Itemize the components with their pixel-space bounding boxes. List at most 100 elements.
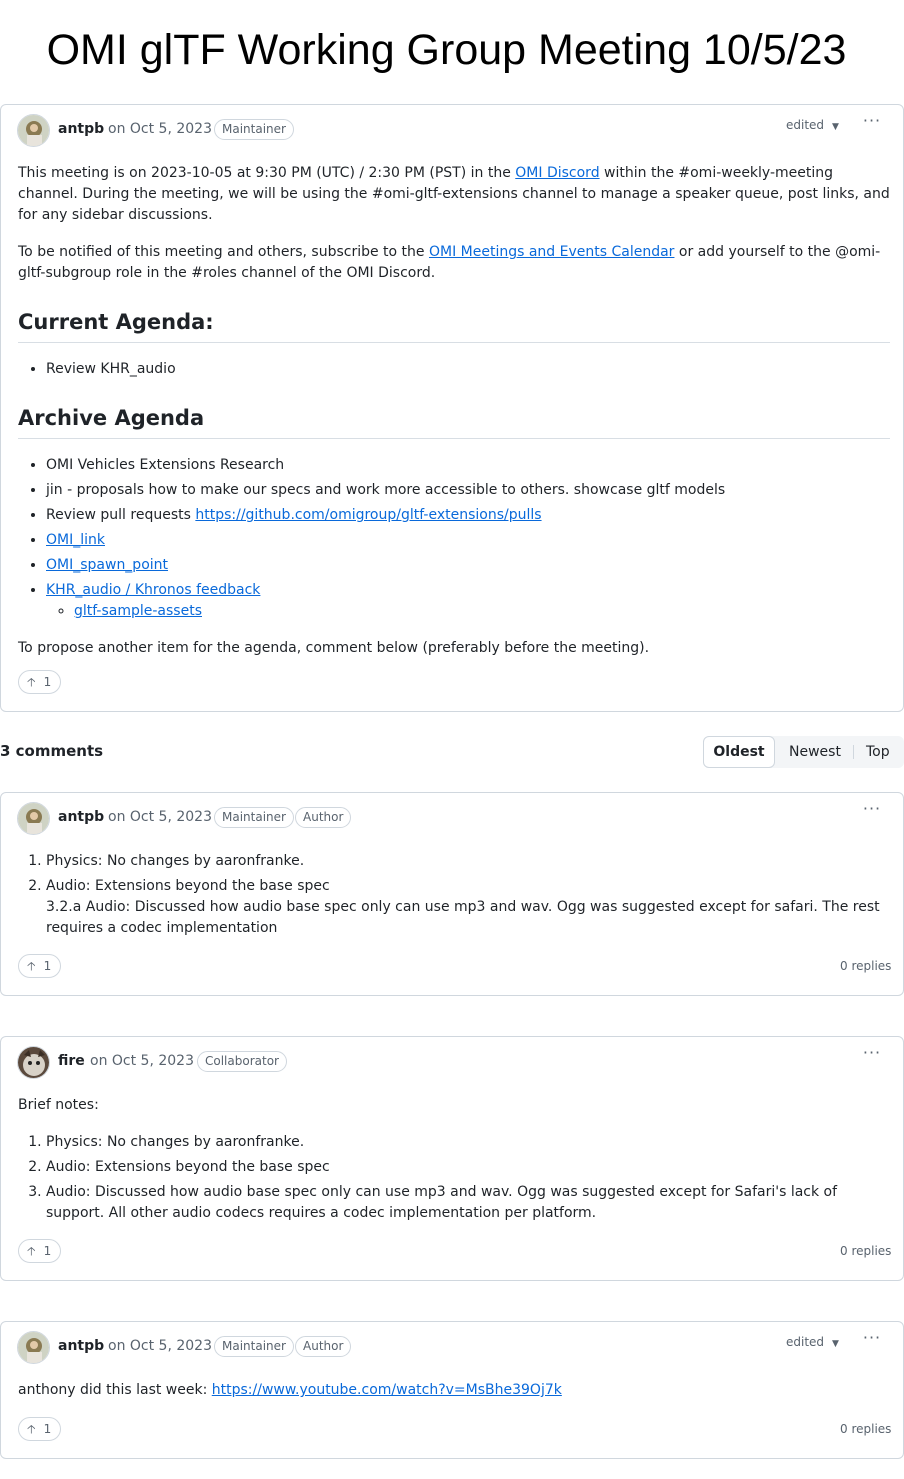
text: 3.2.a Audio: Discussed how audio base sp… bbox=[46, 899, 880, 936]
kebab-horizontal-icon[interactable]: ··· bbox=[859, 111, 885, 135]
comment-text: anthony did this last week: https://www.… bbox=[18, 1380, 890, 1401]
list-item: Review pull requests https://github.com/… bbox=[46, 505, 890, 526]
upvote-count: 1 bbox=[43, 959, 52, 973]
current-agenda-list: Review KHR_audio bbox=[18, 359, 890, 380]
list-item: Audio: Extensions beyond the base spec bbox=[46, 1157, 890, 1178]
list-item: jin - proposals how to make our specs an… bbox=[46, 480, 890, 501]
upvote-count: 1 bbox=[43, 1244, 52, 1258]
comment-date[interactable]: on Oct 5, 2023 bbox=[108, 1338, 212, 1354]
arrow-up-icon: 🡡 bbox=[27, 1244, 36, 1258]
sort-newest[interactable]: Newest bbox=[789, 736, 841, 768]
discussion-post: antpb on Oct 5, 2023 Maintainer edited ▼ … bbox=[0, 104, 904, 712]
sort-tabs: Oldest Newest Top bbox=[703, 736, 904, 768]
replies-count: 0 replies bbox=[840, 959, 892, 973]
replies-count: 0 replies bbox=[840, 1244, 892, 1258]
list-item: OMI Vehicles Extensions Research bbox=[46, 455, 890, 476]
author-link[interactable]: antpb bbox=[58, 809, 104, 825]
gltf-sample-assets-link[interactable]: gltf-sample-assets bbox=[74, 603, 202, 619]
divider bbox=[853, 745, 854, 759]
list-item: OMI_spawn_point bbox=[46, 555, 890, 576]
text: This meeting is on 2023-10-05 at 9:30 PM… bbox=[18, 165, 516, 181]
comment-date[interactable]: on Oct 5, 2023 bbox=[90, 1053, 194, 1069]
list-item: gltf-sample-assets bbox=[74, 601, 890, 622]
current-agenda-heading: Current Agenda: bbox=[18, 308, 890, 343]
edited-label: edited bbox=[786, 118, 825, 132]
text: Audio: Extensions beyond the base spec bbox=[46, 878, 330, 894]
arrow-up-icon: 🡡 bbox=[27, 675, 36, 689]
author-link[interactable]: antpb bbox=[58, 121, 104, 137]
avatar[interactable] bbox=[17, 1046, 50, 1079]
text: Review pull requests bbox=[46, 507, 196, 523]
comment-header: antpb on Oct 5, 2023 Maintainer Author ·… bbox=[1, 793, 903, 841]
upvote-button[interactable]: 🡡 1 bbox=[18, 670, 61, 694]
comment: antpb on Oct 5, 2023 Maintainer Author ·… bbox=[0, 792, 904, 996]
comments-count: 3 comments bbox=[0, 742, 104, 760]
maintainer-badge: Maintainer bbox=[214, 1336, 294, 1357]
comment-date[interactable]: on Oct 5, 2023 bbox=[108, 809, 212, 825]
author-badge: Author bbox=[295, 1336, 352, 1357]
edited-dropdown[interactable]: edited ▼ bbox=[786, 1335, 839, 1349]
list-item: Physics: No changes by aaronfranke. bbox=[46, 1132, 890, 1153]
comment-body: Brief notes: Physics: No changes by aaro… bbox=[18, 1095, 890, 1240]
avatar[interactable] bbox=[17, 114, 50, 147]
list-item: OMI_link bbox=[46, 530, 890, 551]
meeting-info-paragraph: This meeting is on 2023-10-05 at 9:30 PM… bbox=[18, 163, 890, 226]
maintainer-badge: Maintainer bbox=[214, 119, 294, 140]
triangle-down-icon: ▼ bbox=[832, 1339, 839, 1349]
author-badge: Author bbox=[295, 807, 352, 828]
khr-audio-link[interactable]: KHR_audio / Khronos feedback bbox=[46, 582, 260, 598]
comment: fire on Oct 5, 2023 Collaborator ··· Bri… bbox=[0, 1036, 904, 1281]
list-item: Review KHR_audio bbox=[46, 359, 890, 380]
archive-agenda-heading: Archive Agenda bbox=[18, 404, 890, 439]
calendar-link[interactable]: OMI Meetings and Events Calendar bbox=[429, 244, 674, 260]
text: anthony did this last week: bbox=[18, 1382, 212, 1398]
list-item: Physics: No changes by aaronfranke. bbox=[46, 851, 890, 872]
collaborator-badge: Collaborator bbox=[197, 1051, 287, 1072]
edited-dropdown[interactable]: edited ▼ bbox=[786, 118, 839, 132]
kebab-horizontal-icon[interactable]: ··· bbox=[859, 799, 885, 823]
comment-body: anthony did this last week: https://www.… bbox=[18, 1380, 890, 1417]
notes-list: Physics: No changes by aaronfranke. Audi… bbox=[18, 851, 890, 939]
nested-list: gltf-sample-assets bbox=[46, 601, 890, 622]
upvote-count: 1 bbox=[43, 675, 52, 689]
author-link[interactable]: fire bbox=[58, 1053, 85, 1069]
omi-discord-link[interactable]: OMI Discord bbox=[515, 165, 599, 181]
notes-list: Physics: No changes by aaronfranke. Audi… bbox=[18, 1132, 890, 1224]
post-header: antpb on Oct 5, 2023 Maintainer edited ▼ … bbox=[1, 105, 903, 153]
text: To be notified of this meeting and other… bbox=[18, 244, 429, 260]
upvote-count: 1 bbox=[43, 1422, 52, 1436]
list-item: Audio: Discussed how audio base spec onl… bbox=[46, 1182, 890, 1224]
kebab-horizontal-icon[interactable]: ··· bbox=[859, 1043, 885, 1067]
list-item: Audio: Extensions beyond the base spec 3.… bbox=[46, 876, 890, 939]
arrow-up-icon: 🡡 bbox=[27, 959, 36, 973]
intro-text: Brief notes: bbox=[18, 1097, 99, 1113]
sort-top[interactable]: Top bbox=[866, 736, 890, 768]
upvote-button[interactable]: 🡡 1 bbox=[18, 1417, 61, 1441]
comment-header: antpb on Oct 5, 2023 Maintainer Author e… bbox=[1, 1322, 903, 1370]
comment: antpb on Oct 5, 2023 Maintainer Author e… bbox=[0, 1321, 904, 1459]
maintainer-badge: Maintainer bbox=[214, 807, 294, 828]
upvote-button[interactable]: 🡡 1 bbox=[18, 1239, 61, 1263]
avatar[interactable] bbox=[17, 1331, 50, 1364]
pull-requests-link[interactable]: https://github.com/omigroup/gltf-extensi… bbox=[195, 507, 541, 523]
upvote-button[interactable]: 🡡 1 bbox=[18, 954, 61, 978]
triangle-down-icon: ▼ bbox=[832, 122, 839, 132]
notification-paragraph: To be notified of this meeting and other… bbox=[18, 242, 890, 284]
post-date[interactable]: on Oct 5, 2023 bbox=[108, 121, 212, 137]
kebab-horizontal-icon[interactable]: ··· bbox=[859, 1328, 885, 1352]
youtube-link[interactable]: https://www.youtube.com/watch?v=MsBhe39O… bbox=[212, 1382, 562, 1398]
sort-oldest[interactable]: Oldest bbox=[703, 736, 775, 768]
avatar[interactable] bbox=[17, 802, 50, 835]
replies-count: 0 replies bbox=[840, 1422, 892, 1436]
page-title: OMI glTF Working Group Meeting 10/5/23 bbox=[46, 26, 847, 74]
closing-paragraph: To propose another item for the agenda, … bbox=[18, 640, 650, 656]
archive-agenda-list: OMI Vehicles Extensions Research jin - p… bbox=[18, 455, 890, 622]
list-item: KHR_audio / Khronos feedback gltf-sample… bbox=[46, 580, 890, 622]
comment-body: Physics: No changes by aaronfranke. Audi… bbox=[18, 851, 890, 955]
omi-link-link[interactable]: OMI_link bbox=[46, 532, 105, 548]
omi-spawn-point-link[interactable]: OMI_spawn_point bbox=[46, 557, 168, 573]
post-body: This meeting is on 2023-10-05 at 9:30 PM… bbox=[18, 163, 890, 675]
author-link[interactable]: antpb bbox=[58, 1338, 104, 1354]
edited-label: edited bbox=[786, 1335, 825, 1349]
comment-header: fire on Oct 5, 2023 Collaborator ··· bbox=[1, 1037, 903, 1085]
